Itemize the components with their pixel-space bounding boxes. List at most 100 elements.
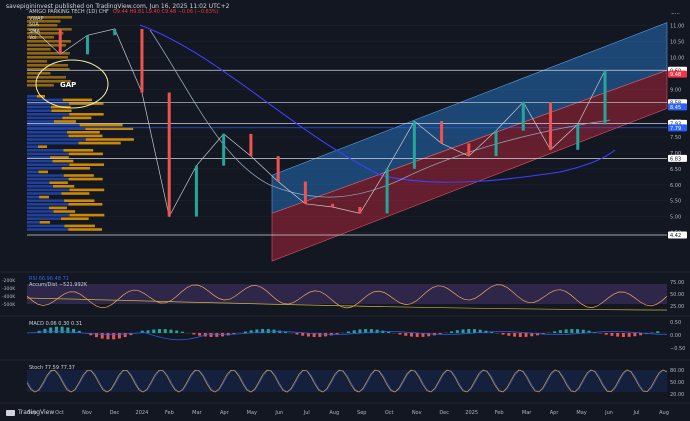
volume-profile-bar-down: [69, 188, 105, 192]
volume-profile-bar-up: [27, 217, 61, 220]
time-tick-22: Jul: [632, 410, 639, 416]
time-tick-10: Jul: [303, 410, 310, 416]
macd-histogram-bar: [558, 330, 562, 333]
volume-profile-bar-down: [78, 141, 121, 145]
macd-tick-0: 0.50: [670, 320, 681, 326]
volume-profile-bar-up: [27, 181, 50, 184]
macd-histogram-bar: [627, 333, 631, 337]
macd-histogram-bar: [243, 331, 247, 333]
time-tick-19: Apr: [550, 410, 560, 416]
price-tick-0: 11.00: [670, 24, 684, 30]
volume-profile-bar-up: [27, 167, 62, 170]
volume-profile-bar-up: [27, 203, 69, 206]
macd-histogram-bar: [604, 333, 608, 335]
volume-profile-bar-up: [27, 195, 40, 199]
time-tick-6: Mar: [192, 410, 202, 416]
macd-histogram-bar: [455, 330, 459, 333]
volume-profile-bar-up: [27, 95, 37, 98]
price-candle-9: [276, 156, 280, 182]
time-tick-20: May: [576, 410, 586, 416]
volume-profile-bar-down: [63, 149, 94, 152]
macd-histogram-bar: [146, 330, 150, 333]
time-tick-1: Oct: [55, 410, 64, 416]
macd-histogram-bar: [621, 333, 625, 337]
volume-profile-bar-up: [27, 116, 63, 120]
volume-profile-bar-down: [68, 228, 103, 231]
price-tick-4: 9.00: [670, 87, 681, 93]
volume-profile-bar-up: [27, 206, 49, 210]
price-candle-16: [467, 143, 471, 157]
volume-profile-bar-up: [27, 138, 86, 141]
volume-profile-bar-up: [27, 185, 53, 188]
price-tag-1: 9.48: [670, 72, 681, 78]
volume-profile-bar-down: [85, 138, 134, 141]
stoch-tick-2: 20.00: [670, 392, 684, 398]
volume-profile-bar-down: [51, 109, 72, 112]
time-tick-23: Aug: [659, 410, 669, 416]
price-tag-7: 4.42: [670, 233, 681, 239]
price-candle-10: [303, 181, 307, 204]
volume-profile-bar-up: [27, 170, 39, 174]
volume-profile-bar-up: [27, 113, 70, 116]
price-candle-6: [194, 165, 198, 217]
tradingview-logo[interactable]: TradingView: [6, 409, 54, 416]
macd-histogram-bar: [581, 329, 585, 333]
volume-profile-bar-up: [27, 177, 69, 181]
macd-histogram-bar: [152, 329, 156, 333]
time-tick-7: Apr: [220, 410, 230, 416]
macd-histogram-bar: [616, 333, 620, 337]
macd-histogram-bar: [524, 333, 528, 337]
volume-profile-bar-down: [68, 177, 103, 181]
macd-histogram-bar: [347, 331, 350, 333]
price-tick-1: 10.50: [670, 40, 684, 46]
macd-histogram-bar: [656, 331, 660, 333]
time-tick-12: Sep: [357, 410, 366, 416]
time-tick-11: Aug: [329, 410, 339, 416]
volume-profile-bar-down: [60, 217, 89, 220]
price-candle-8: [249, 133, 253, 157]
volume-profile-bar-top: [27, 48, 51, 51]
volume-profile-bar-up: [27, 149, 64, 152]
macd-histogram-bar: [266, 329, 270, 333]
volume-profile-bar-up: [27, 145, 39, 148]
legend-line-4[interactable]: Vol: [29, 35, 219, 42]
price-tag-3: 8.45: [670, 105, 681, 111]
macd-histogram-bar: [518, 333, 522, 337]
macd-histogram-bar: [180, 331, 184, 333]
macd-histogram-bar: [335, 333, 339, 335]
volume-profile-bar-up: [27, 192, 62, 195]
volume-profile-bar-up: [27, 141, 79, 145]
macd-histogram-bar: [301, 333, 305, 336]
macd-histogram-bar: [576, 329, 580, 333]
volume-profile-bar-top: [27, 56, 68, 59]
rsi-tick-right-1: 50.00: [670, 292, 684, 298]
volume-profile-bar-down: [53, 120, 77, 123]
time-tick-14: Nov: [412, 410, 422, 416]
rsi-tick-left-0: -200K: [2, 278, 16, 284]
stoch-band: [27, 370, 667, 392]
price-candle-14: [412, 121, 416, 169]
time-tick-2: Nov: [82, 410, 92, 416]
symbol-title[interactable]: AMIGO PARKING TECH (1D) CHF: [29, 9, 109, 16]
volume-profile-bar-top: [27, 84, 54, 87]
macd-histogram-bar: [175, 330, 179, 333]
volume-profile-bar-up: [27, 210, 54, 213]
macd-histogram-bar: [387, 331, 391, 333]
volume-profile-bar-top: [27, 60, 48, 63]
macd-histogram-bar: [633, 333, 637, 337]
macd-histogram-bar: [415, 333, 419, 337]
volume-profile-bar-up: [27, 134, 69, 138]
macd-histogram-bar: [123, 333, 127, 338]
macd-histogram-bar: [106, 333, 110, 340]
volume-profile-bar-up: [27, 109, 52, 112]
macd-histogram-bar: [410, 333, 413, 337]
macd-histogram-bar: [158, 329, 161, 333]
stoch-tick-1: 50.00: [670, 380, 684, 386]
ohlc-readout: O9.44 H9.81 L9.40 C9.48 −0.06 (−0.63%): [112, 9, 219, 15]
volume-profile-bar-up: [27, 174, 64, 177]
macd-label: MACD 0.06 0.30 0.31: [29, 321, 83, 327]
volume-profile-bar-down: [38, 170, 49, 174]
volume-profile-bar-up: [27, 131, 67, 134]
macd-histogram-bar: [398, 333, 402, 335]
macd-histogram-bar: [404, 333, 408, 336]
